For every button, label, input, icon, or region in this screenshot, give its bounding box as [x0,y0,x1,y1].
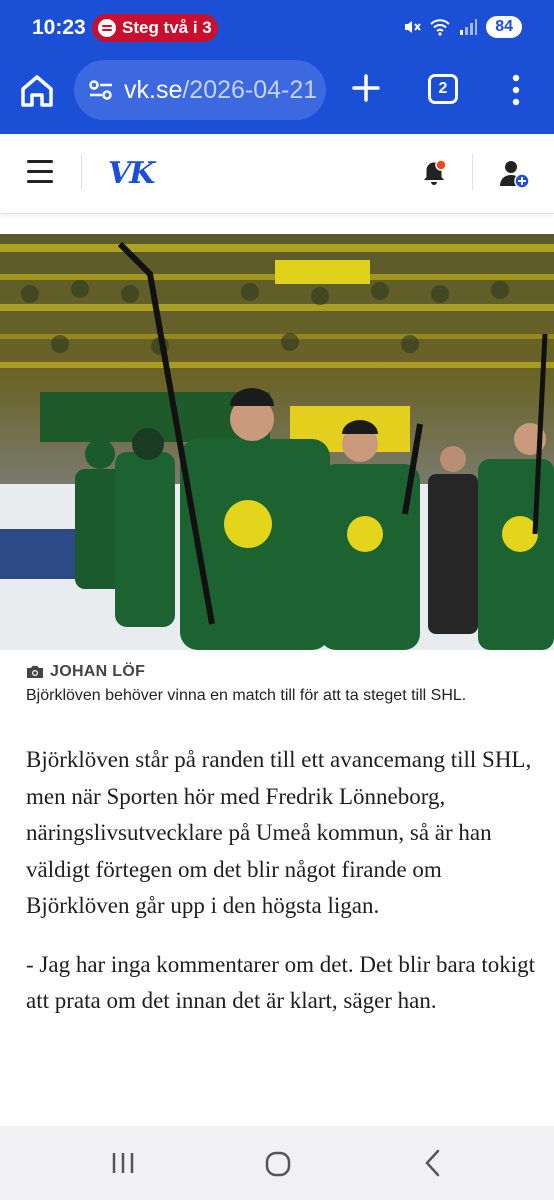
media-title: Steg två i 3 [122,18,212,37]
url-text: vk.se/2026-04-21 [124,76,317,105]
tab-switcher-button[interactable]: 2 [428,74,458,104]
status-time: 10:23 [32,16,86,39]
url-domain: vk.se [124,75,183,104]
status-icons: 84 [402,16,522,38]
signal-icon [460,19,478,35]
photo-credit-name: JOHAN LÖF [50,663,146,680]
system-navigation-bar [0,1126,554,1200]
battery-level: 84 [486,16,522,38]
site-settings-icon[interactable] [88,77,114,103]
article-paragraph: - Jag har inga kommentarer om det. Det b… [26,951,536,1014]
header-divider [81,154,82,190]
article-paragraph: Björklöven står på randen till ett avanc… [26,747,532,918]
site-header: VK [0,134,554,214]
wifi-icon [430,19,450,36]
media-playback-pill[interactable]: Steg två i 3 [92,14,218,42]
status-bar: 10:23 Steg två i 3 84 [0,0,554,58]
photo-credit: JOHAN LÖF [26,663,145,681]
article-hero-image[interactable] [0,234,554,650]
spotify-icon [98,19,116,37]
home-icon[interactable] [18,72,56,110]
browser-toolbar: vk.se/2026-04-21 2 [0,58,554,134]
back-icon[interactable] [420,1148,446,1178]
user-account-icon[interactable] [498,158,530,190]
header-divider [472,154,473,190]
article-body: Björklöven står på randen till ett avanc… [26,742,536,1042]
address-bar[interactable]: vk.se/2026-04-21 [74,60,326,120]
recent-apps-icon[interactable] [110,1150,136,1176]
more-options-icon[interactable] [506,72,526,108]
camera-icon [27,666,43,678]
menu-icon[interactable] [27,160,53,184]
url-path: /2026-04-21 [182,75,318,104]
mute-icon [405,21,421,33]
home-icon[interactable] [264,1150,292,1178]
new-tab-icon[interactable] [350,72,382,104]
site-logo[interactable]: VK [108,156,155,191]
notification-bell-icon[interactable] [420,158,448,188]
hockey-team-photo [0,234,554,650]
image-caption: Björklöven behöver vinna en match till f… [26,687,467,704]
